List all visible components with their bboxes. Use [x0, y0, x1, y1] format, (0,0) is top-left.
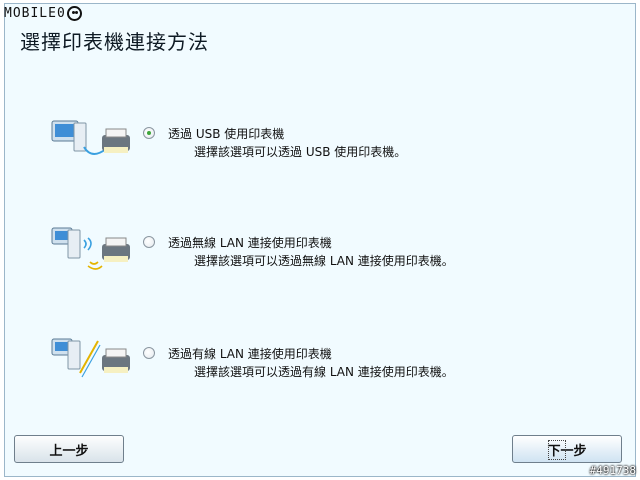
option-usb[interactable]: 透過 USB 使用印表機 選擇該選項可以透過 USB 使用印表機。	[50, 117, 610, 187]
option-wired-lan-description: 選擇該選項可以透過有線 LAN 連接使用印表機。	[194, 365, 454, 379]
next-button[interactable]: 下一步	[512, 435, 622, 463]
option-wired-lan[interactable]: 透過有線 LAN 連接使用印表機 選擇該選項可以透過有線 LAN 連接使用印表機…	[50, 337, 610, 407]
mobile01-logo: MOBILE0	[4, 4, 82, 22]
option-wireless-lan-description: 選擇該選項可以透過無線 LAN 連接使用印表機。	[194, 254, 454, 268]
smiley-face-icon	[66, 5, 82, 21]
watermark-id: #491738	[589, 464, 636, 477]
wireless-printer-icon	[51, 227, 130, 270]
option-wired-lan-label[interactable]: 透過有線 LAN 連接使用印表機	[168, 345, 332, 362]
option-usb-description: 選擇該選項可以透過 USB 使用印表機。	[194, 145, 407, 159]
option-wireless-lan-label[interactable]: 透過無線 LAN 連接使用印表機	[168, 234, 332, 251]
radio-wireless-lan[interactable]	[143, 236, 155, 248]
option-wireless-lan[interactable]: 透過無線 LAN 連接使用印表機 選擇該選項可以透過無線 LAN 連接使用印表機…	[50, 226, 610, 296]
back-button[interactable]: 上一步	[14, 435, 124, 463]
option-usb-label[interactable]: 透過 USB 使用印表機	[168, 125, 284, 142]
radio-usb[interactable]	[143, 127, 155, 139]
focus-rectangle	[548, 440, 566, 460]
usb-printer-icon	[51, 120, 130, 155]
page-title: 選擇印表機連接方法	[20, 30, 209, 54]
radio-wired-lan[interactable]	[143, 347, 155, 359]
wired-printer-icon	[51, 338, 130, 378]
